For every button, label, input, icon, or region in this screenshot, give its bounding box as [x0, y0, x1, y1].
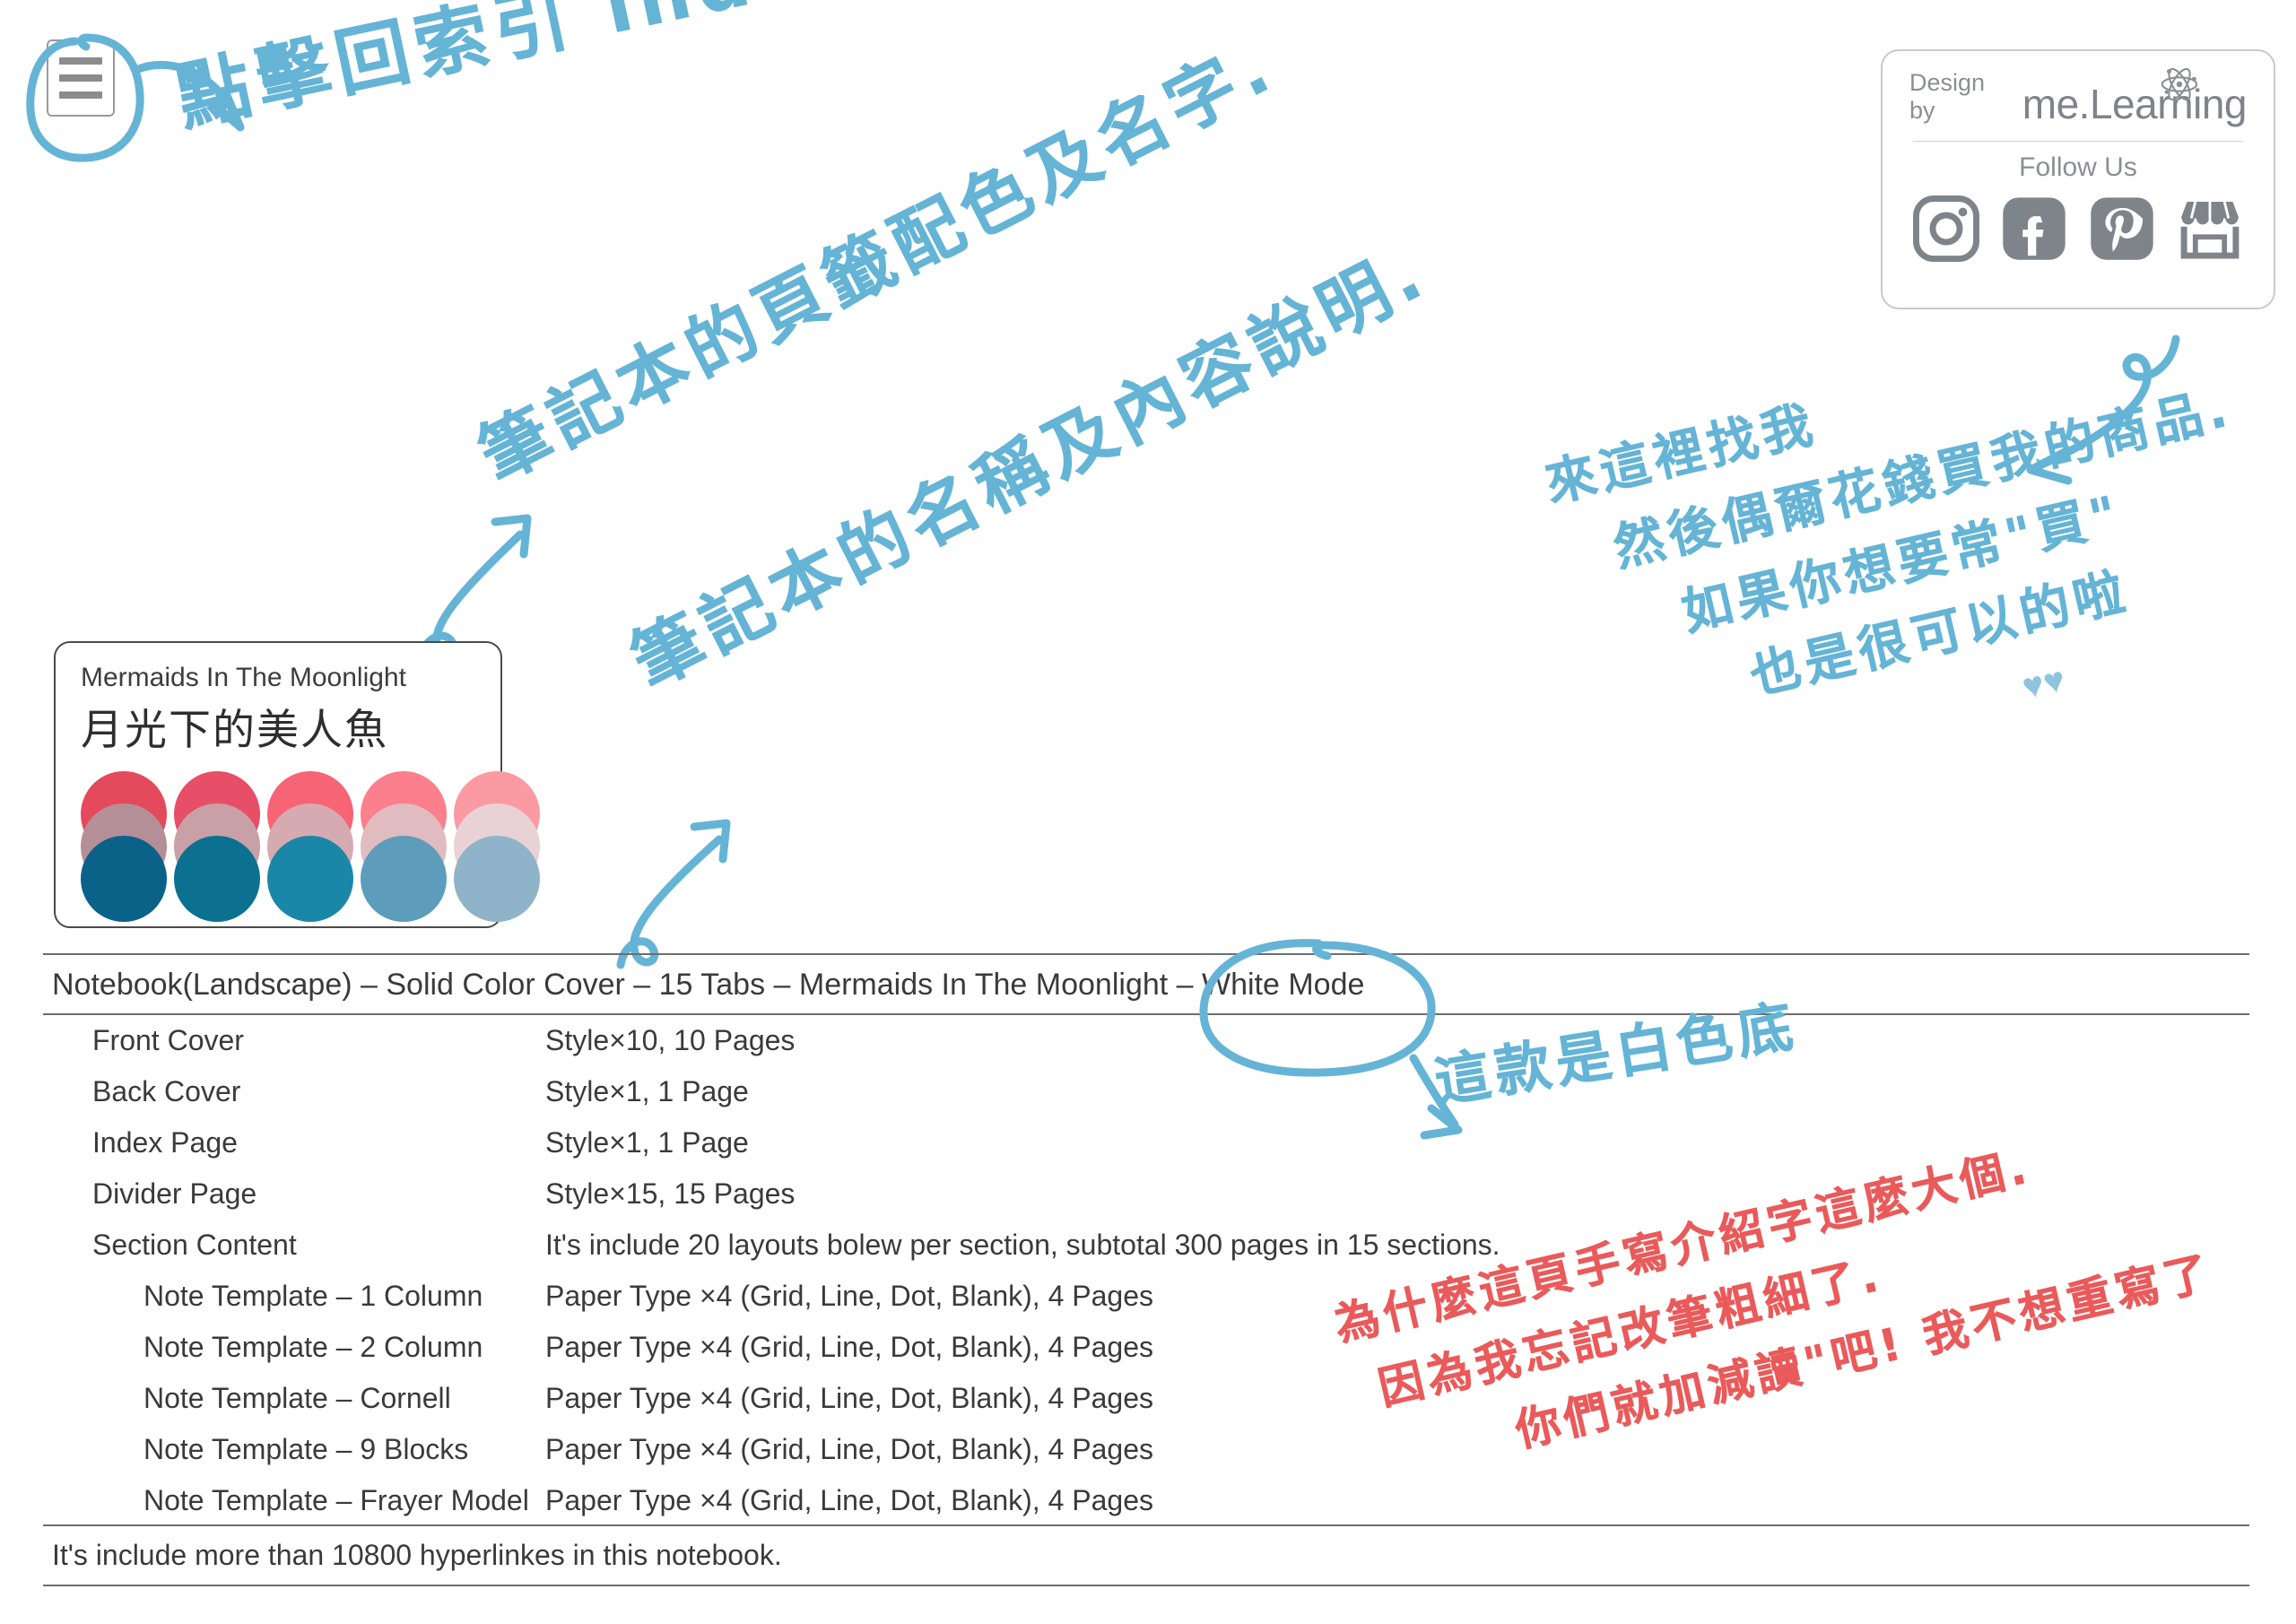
spec-row-key: Note Template – 1 Column — [144, 1280, 483, 1312]
spec-row-key: Divider Page — [92, 1177, 257, 1210]
palette-title-zh: 月光下的美人魚 — [81, 706, 388, 755]
spec-row-key: Section Content — [92, 1229, 297, 1261]
spec-row: Note Template – Frayer Model Paper Type ×… — [43, 1475, 2249, 1526]
color-palette-card: Mermaids In The Moonlight 月光下的美人魚 — [54, 641, 540, 928]
design-by-label: Design by — [1909, 69, 1986, 124]
brand-row: Design by me.Learning — [1909, 67, 2248, 128]
palette-swatch — [454, 836, 540, 922]
follow-us-label: Follow Us — [2019, 152, 2137, 182]
page-canvas: 點擊回索引 index 筆記本的頁籤配色及名字. 筆記本的名稱及內容說明. De… — [0, 0, 2296, 1624]
footer-block: It's include more than 10800 hyperlinkes… — [43, 1524, 2249, 1586]
instagram-icon[interactable] — [1913, 195, 1979, 262]
spec-row-key: Note Template – 9 Blocks — [144, 1433, 469, 1465]
palette-swatch — [361, 836, 447, 922]
atom-icon — [2161, 67, 2198, 101]
spec-title: Notebook(Landscape) – Solid Color Cover … — [43, 955, 2249, 1015]
shop-icon[interactable] — [2177, 195, 2243, 262]
arrow-to-name-info — [616, 819, 731, 969]
palette-swatch — [174, 836, 260, 922]
white-mode-highlight-circle — [1199, 939, 1463, 1140]
palette-swatch — [81, 836, 167, 922]
spec-row-key: Index Page — [92, 1126, 238, 1159]
footer-text: It's include more than 10800 hyperlinkes… — [52, 1539, 782, 1571]
facebook-icon[interactable] — [2001, 195, 2067, 262]
spec-row: Front Cover Style×10, 10 Pages — [43, 1015, 2249, 1066]
annotation-click-index: 點擊回索引 index — [169, 0, 874, 143]
spec-row: Note Template – 9 Blocks Paper Type ×4 (G… — [43, 1424, 2249, 1475]
spec-row-key: Note Template – Frayer Model — [144, 1484, 529, 1516]
heart-icons: ♥♥ — [2018, 659, 2069, 708]
brand-social-card: Design by me.Learning Follow Us — [1881, 49, 2275, 309]
pinterest-icon[interactable] — [2089, 195, 2155, 262]
brand-divider — [1913, 141, 2243, 142]
spec-row: Note Template – Cornell Paper Type ×4 (Gr… — [43, 1373, 2249, 1424]
arrow-to-tab-color — [417, 514, 532, 661]
palette-swatch — [267, 836, 353, 922]
spec-row-key: Note Template – 2 Column — [144, 1331, 483, 1363]
spec-row-key: Back Cover — [92, 1075, 241, 1107]
annotation-find-me: 來這裡找我 然後偶爾花錢買我的商品. 如果你想要常"買" 也是很可以的啦 — [1538, 294, 2274, 751]
palette-swatches — [81, 771, 540, 924]
brand-name: me.Learning — [2022, 81, 2248, 127]
social-icon-row — [1909, 195, 2247, 262]
spec-row-key: Note Template – Cornell — [144, 1382, 451, 1414]
spec-row-key: Front Cover — [92, 1024, 244, 1056]
palette-title-en: Mermaids In The Moonlight — [81, 663, 406, 692]
spec-row: Back Cover Style×1, 1 Page — [43, 1066, 2249, 1117]
